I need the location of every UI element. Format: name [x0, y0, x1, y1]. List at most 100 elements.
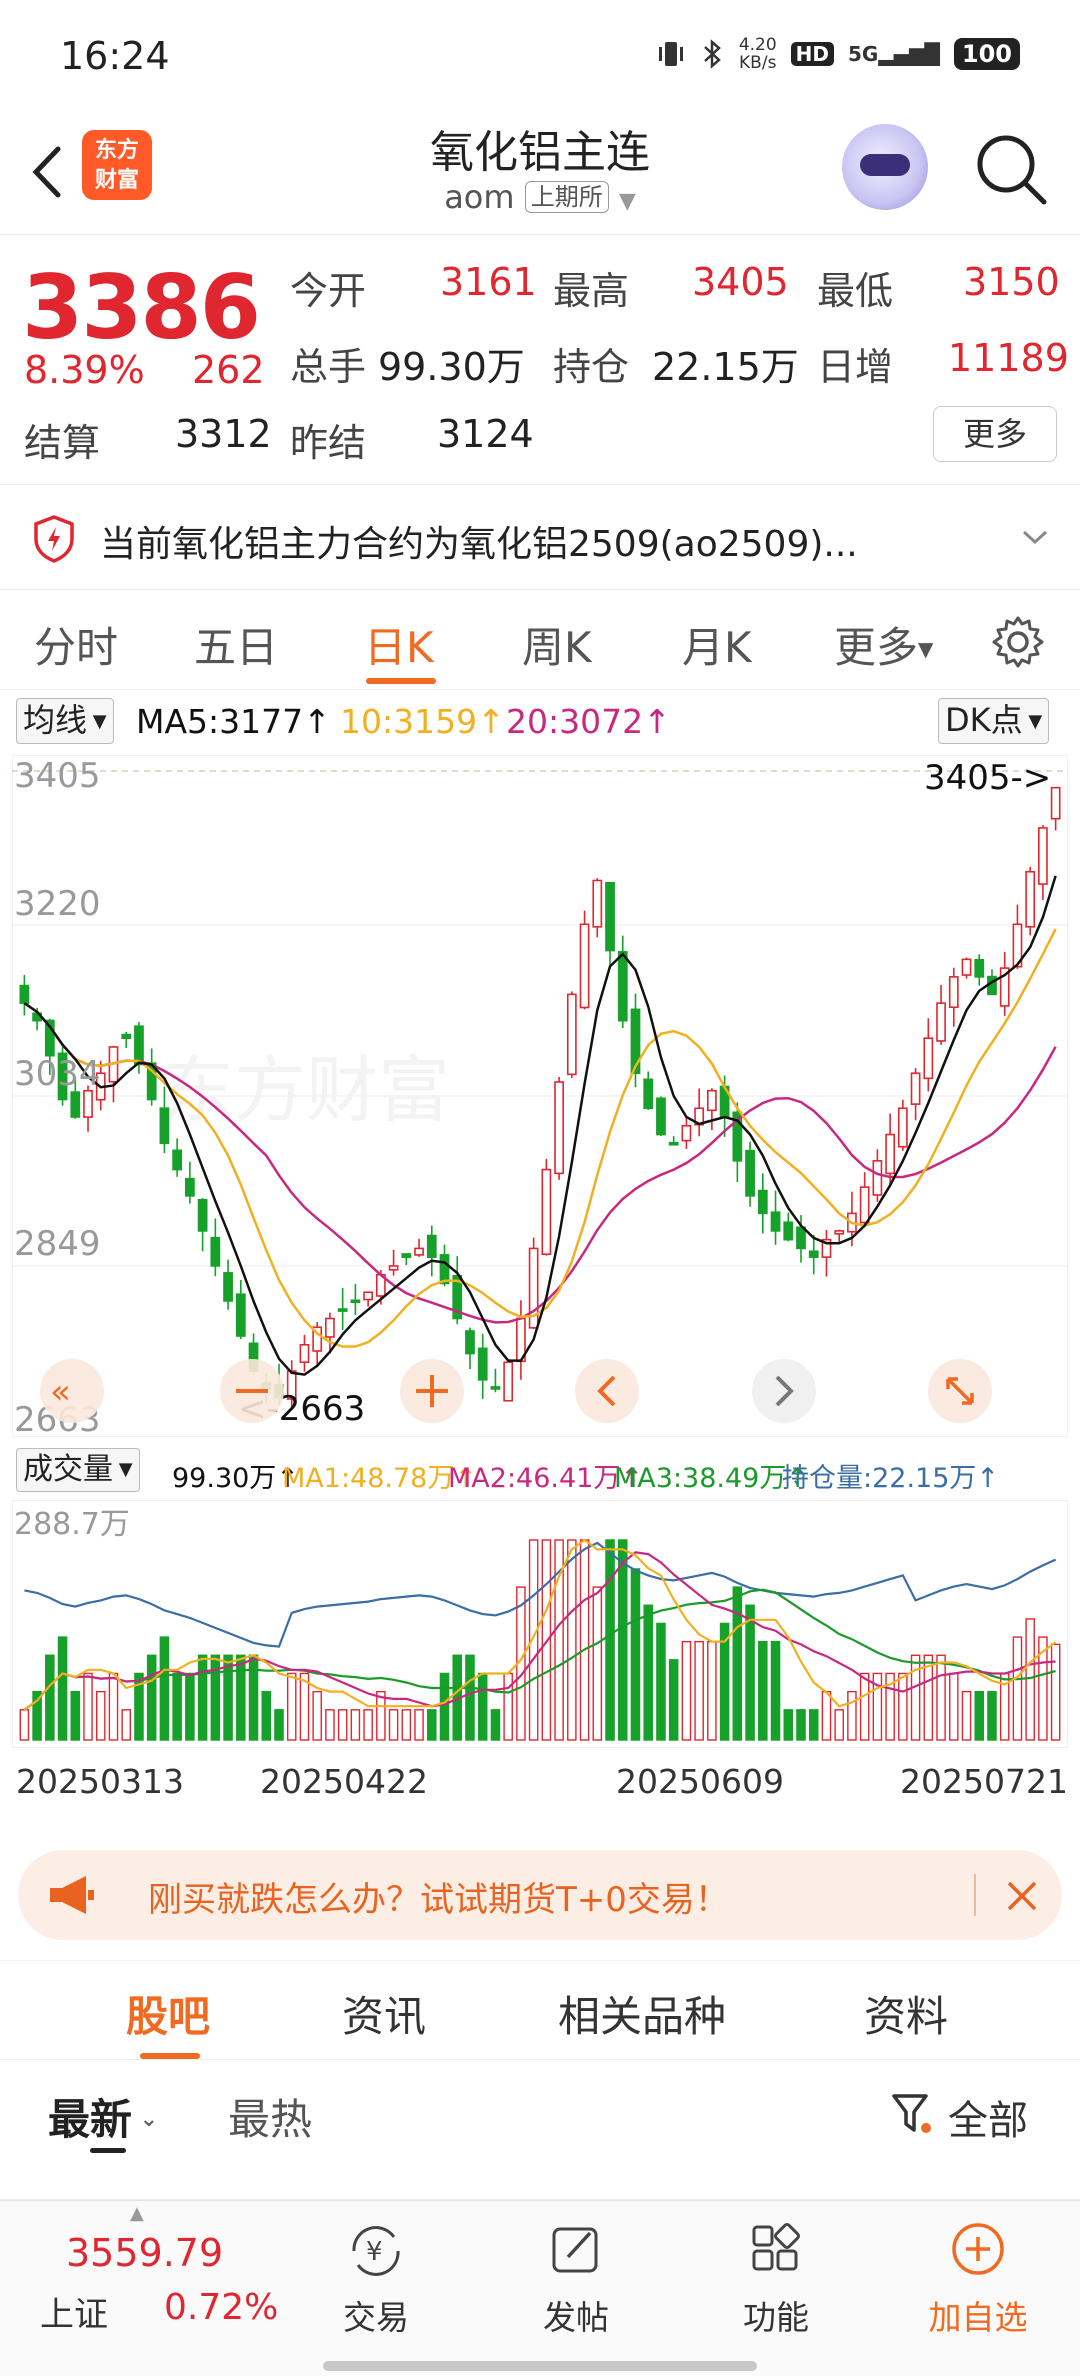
- scroll-left-button[interactable]: [575, 1359, 639, 1423]
- zoom-out-button[interactable]: [220, 1359, 284, 1423]
- zoom-in-button[interactable]: [400, 1359, 464, 1423]
- sort-hot[interactable]: 最热: [228, 2086, 312, 2147]
- sort-latest[interactable]: 最新 ⌄: [48, 2086, 158, 2147]
- daily-add-value: 11189: [948, 336, 1069, 380]
- prev-settle-label: 昨结: [290, 421, 367, 465]
- volume-bar: [274, 1709, 284, 1741]
- exchange-badge: 上期所: [524, 181, 609, 213]
- grid-icon: [752, 2223, 800, 2271]
- candle-body: [465, 1330, 475, 1355]
- candle-body: [325, 1317, 335, 1338]
- volume-bar: [477, 1672, 488, 1741]
- home-indicator: [323, 2361, 757, 2371]
- index-name[interactable]: 上证: [40, 2287, 108, 2336]
- tab-weekly-k[interactable]: 周K: [522, 614, 592, 675]
- scroll-left-fast-button[interactable]: «: [40, 1359, 104, 1423]
- candle-body: [121, 1033, 132, 1039]
- candle-body: [83, 1089, 93, 1118]
- nav-add-watchlist[interactable]: 加自选: [918, 2221, 1038, 2339]
- filter-all[interactable]: 全部: [948, 2088, 1028, 2146]
- volume-bar: [656, 1622, 666, 1741]
- nav-function[interactable]: 功能: [716, 2221, 836, 2339]
- candle-body: [617, 951, 628, 1022]
- tab-more[interactable]: 更多▼: [834, 614, 933, 675]
- assistant-robot-icon[interactable]: [842, 124, 928, 210]
- high-annotation: 3405->: [924, 758, 1051, 798]
- candle-body: [656, 1097, 666, 1136]
- tab-intraday[interactable]: 分时: [34, 614, 118, 675]
- notice-text: 当前氧化铝主力合约为氧化铝2509(ao2509)...: [100, 524, 858, 565]
- tab-five-day[interactable]: 五日: [194, 614, 278, 675]
- tab-info[interactable]: 资料: [864, 1983, 948, 2044]
- dropdown-icon[interactable]: ▼: [619, 189, 636, 214]
- filter-icon[interactable]: [890, 2090, 934, 2138]
- search-icon[interactable]: [972, 130, 1052, 210]
- main-contract-notice[interactable]: 当前氧化铝主力合约为氧化铝2509(ao2509)...: [0, 484, 1080, 590]
- tab-news[interactable]: 资讯: [342, 1983, 426, 2044]
- volume-bar: [197, 1654, 208, 1741]
- volume-bar: [19, 1709, 30, 1741]
- volume-bar: [70, 1690, 81, 1741]
- candle-body: [134, 1025, 144, 1066]
- open-interest-volume: 持仓量:22.15万↑: [782, 1463, 1000, 1494]
- tab-forum[interactable]: 股吧: [126, 1983, 210, 2044]
- volume-bar: [401, 1709, 412, 1741]
- sort-underline: [90, 2148, 126, 2153]
- candle-body: [363, 1291, 373, 1301]
- volume-bar: [605, 1539, 615, 1741]
- indicator-select[interactable]: 均线 ▼: [16, 698, 114, 744]
- volume-axis-max: 288.7万: [14, 1507, 130, 1542]
- volume-bar: [808, 1709, 819, 1741]
- candle-body: [796, 1226, 806, 1250]
- volume-indicator-select[interactable]: 成交量 ▼: [16, 1448, 140, 1492]
- battery-icon: 100: [953, 38, 1020, 70]
- dk-point-select[interactable]: DK点 ▼: [938, 698, 1050, 744]
- candle-body: [859, 1186, 870, 1224]
- candlestick-chart[interactable]: 东方财富 3405 3220 3034 2849 2663 3405-> <-2…: [12, 755, 1068, 1437]
- settle-value: 3312: [175, 412, 272, 456]
- candle-body: [503, 1361, 514, 1402]
- nav-trade[interactable]: ¥ 交易: [316, 2221, 436, 2339]
- open-value: 3161: [440, 260, 537, 304]
- volume-bar: [1025, 1618, 1035, 1741]
- promo-banner[interactable]: 刚买就跌怎么办？试试期货T+0交易！: [18, 1850, 1062, 1940]
- candle-body: [426, 1234, 437, 1258]
- tab-daily-k[interactable]: 日K: [364, 614, 434, 675]
- volume-bar: [974, 1690, 985, 1741]
- change-amount: 262: [192, 348, 265, 392]
- open-interest-label: 持仓: [553, 345, 630, 389]
- more-button[interactable]: 更多: [933, 406, 1057, 462]
- volume-bar: [694, 1640, 704, 1741]
- volume-bar: [898, 1672, 908, 1741]
- active-tab-indicator: [366, 678, 436, 684]
- fullscreen-button[interactable]: [928, 1359, 992, 1423]
- candle-body: [605, 881, 615, 952]
- open-interest-value: 22.15万: [652, 345, 799, 389]
- tab-monthly-k[interactable]: 月K: [682, 614, 752, 675]
- index-value[interactable]: 3559.79: [66, 2231, 223, 2275]
- section-tabs: 股吧 资讯 相关品种 资料: [0, 1960, 1080, 2060]
- settle-label: 结算: [24, 421, 101, 465]
- candle-body: [579, 923, 590, 1009]
- candle-body: [566, 993, 577, 1076]
- tab-related[interactable]: 相关品种: [558, 1983, 726, 2044]
- signal-icon: 5G▂▄▆█: [848, 42, 940, 66]
- volume-bar: [567, 1539, 577, 1741]
- candle-body: [948, 976, 959, 1009]
- date-axis: 20250313 20250422 20250609 20250721: [0, 1762, 1080, 1806]
- volume-bar: [541, 1539, 552, 1741]
- close-icon[interactable]: [1004, 1878, 1040, 1914]
- candle-body: [783, 1221, 794, 1241]
- nav-post[interactable]: 发帖: [516, 2221, 636, 2339]
- gear-icon[interactable]: [990, 614, 1046, 670]
- chevron-down-icon[interactable]: [1020, 525, 1050, 549]
- scroll-right-button[interactable]: [752, 1359, 816, 1423]
- candle-body: [210, 1236, 221, 1267]
- volume-chart[interactable]: 288.7万: [12, 1500, 1068, 1748]
- index-change[interactable]: 0.72%: [164, 2287, 278, 2328]
- candle-body: [185, 1177, 195, 1197]
- app-header: 东方 财富 氧化铝主连 aom 上期所 ▼: [0, 110, 1080, 235]
- status-bar: 16:24 4.20 KB/s HD 5G▂▄▆█ 100: [0, 0, 1080, 110]
- volume-bar: [248, 1654, 259, 1741]
- candle-body: [172, 1149, 183, 1171]
